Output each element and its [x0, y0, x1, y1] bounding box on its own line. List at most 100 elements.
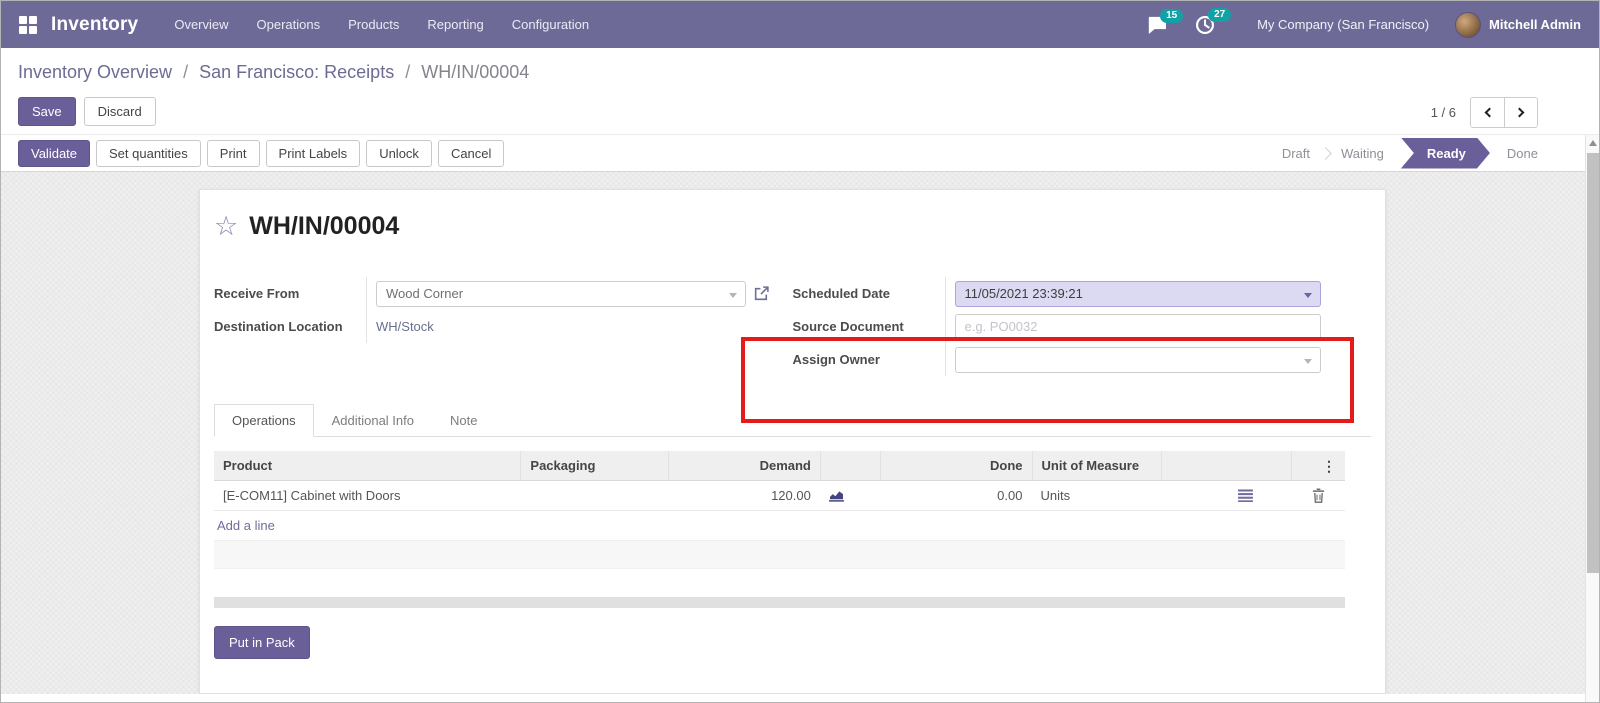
discard-button[interactable]: Discard	[83, 97, 156, 126]
source-document-label: Source Document	[792, 319, 904, 334]
forecast-report-button[interactable]	[820, 481, 880, 511]
cell-unit-of-measure[interactable]: Units	[1031, 481, 1161, 511]
status-widget: Draft Waiting Ready Done	[1267, 138, 1553, 169]
control-panel: Validate Set quantities Print Print Labe…	[1, 135, 1599, 172]
app-brand[interactable]: Inventory	[51, 14, 138, 36]
chevron-left-icon	[1484, 107, 1494, 118]
breadcrumb-inventory-overview[interactable]: Inventory Overview	[18, 62, 172, 82]
print-labels-button[interactable]: Print Labels	[265, 139, 361, 167]
breadcrumb-separator: /	[405, 62, 411, 82]
cell-packaging[interactable]	[520, 481, 668, 511]
menu-products[interactable]: Products	[334, 1, 413, 48]
validate-button[interactable]: Validate	[18, 139, 91, 167]
form-view-background: ☆ WH/IN/00004 Receive From Wood Corner D…	[1, 172, 1599, 702]
record-pager: 1 / 6	[1431, 97, 1538, 128]
horizontal-scrollbar[interactable]	[214, 597, 1345, 608]
add-a-line-link[interactable]: Add a line	[214, 518, 275, 533]
delete-row-button[interactable]	[1291, 481, 1345, 511]
pager-previous-button[interactable]	[1471, 98, 1504, 127]
status-step-done[interactable]: Done	[1492, 146, 1553, 161]
assign-owner-combobox[interactable]	[954, 346, 1321, 373]
chevron-right-icon	[1514, 107, 1525, 118]
menu-reporting[interactable]: Reporting	[413, 1, 497, 48]
edit-action-row: Save Discard 1 / 6	[1, 94, 1599, 134]
cell-product[interactable]: [E-COM11] Cabinet with Doors	[214, 481, 520, 511]
form-sheet: ☆ WH/IN/00004 Receive From Wood Corner D…	[199, 189, 1386, 694]
empty-table-row	[214, 541, 1345, 569]
destination-location-value[interactable]: WH/Stock	[376, 319, 434, 334]
chevron-down-icon	[729, 292, 737, 298]
record-title: WH/IN/00004	[249, 212, 400, 240]
page-bottom-strip	[1, 694, 1599, 702]
activities-button[interactable]: 27	[1195, 7, 1232, 35]
header-demand[interactable]: Demand	[668, 450, 820, 481]
chevron-down-icon	[1303, 292, 1312, 298]
receive-from-label: Receive From	[214, 286, 300, 301]
messages-button[interactable]: 15	[1147, 8, 1184, 34]
avatar	[1455, 11, 1482, 38]
header-packaging[interactable]: Packaging	[520, 450, 668, 481]
user-menu[interactable]: Mitchell Admin	[1455, 11, 1581, 38]
menu-configuration[interactable]: Configuration	[498, 1, 603, 48]
table-header-row: Product Packaging Demand Done Unit of Me…	[214, 450, 1345, 481]
form-fields: Receive From Wood Corner Destination Loc…	[214, 277, 1371, 376]
receive-from-combobox[interactable]: Wood Corner	[376, 280, 746, 307]
area-chart-icon	[828, 491, 844, 502]
status-step-ready[interactable]: Ready	[1401, 138, 1490, 169]
main-menu: Overview Operations Products Reporting C…	[160, 1, 603, 48]
company-switcher[interactable]: My Company (San Francisco)	[1257, 17, 1429, 32]
assign-owner-label: Assign Owner	[792, 352, 880, 367]
save-button[interactable]: Save	[18, 97, 76, 126]
top-navbar: Inventory Overview Operations Products R…	[1, 1, 1599, 48]
tab-note[interactable]: Note	[432, 404, 495, 437]
status-step-draft[interactable]: Draft	[1267, 146, 1325, 161]
vertical-scrollbar[interactable]	[1585, 135, 1599, 702]
scroll-up-arrow-icon[interactable]	[1589, 140, 1597, 146]
set-quantities-button[interactable]: Set quantities	[96, 139, 201, 167]
menu-overview[interactable]: Overview	[160, 1, 242, 48]
tab-additional-info[interactable]: Additional Info	[314, 404, 432, 437]
pager-next-button[interactable]	[1504, 98, 1537, 127]
header-unit-of-measure[interactable]: Unit of Measure	[1031, 450, 1162, 481]
notebook-tabs: Operations Additional Info Note	[214, 404, 1371, 437]
external-link-icon[interactable]	[753, 285, 770, 302]
unlock-button[interactable]: Unlock	[366, 139, 432, 167]
destination-location-label: Destination Location	[214, 319, 343, 334]
header-product[interactable]: Product	[214, 451, 520, 481]
trash-icon	[1312, 488, 1324, 503]
odoo-inventory-window: Inventory Overview Operations Products R…	[0, 0, 1600, 703]
user-name: Mitchell Admin	[1489, 17, 1581, 32]
put-in-pack-button[interactable]: Put in Pack	[214, 626, 310, 659]
scheduled-date-value: 11/05/2021 23:39:21	[964, 286, 1083, 301]
status-step-waiting[interactable]: Waiting	[1326, 146, 1399, 161]
cell-done[interactable]: 0.00	[880, 481, 1032, 511]
list-icon	[1238, 489, 1253, 502]
breadcrumb-current: WH/IN/00004	[421, 62, 530, 82]
navbar-systray: 15 27 My Company (San Francisco) Mitchel…	[1147, 7, 1581, 38]
tab-operations[interactable]: Operations	[214, 404, 314, 437]
chevron-down-icon	[1303, 358, 1312, 364]
messages-badge: 15	[1160, 8, 1184, 23]
table-row[interactable]: [E-COM11] Cabinet with Doors 120.00 0.00…	[214, 481, 1345, 511]
receive-from-value: Wood Corner	[386, 286, 464, 301]
optional-columns-icon[interactable]: ⋮	[1322, 459, 1336, 473]
breadcrumb: Inventory Overview / San Francisco: Rece…	[1, 48, 1599, 94]
scheduled-date-label: Scheduled Date	[792, 286, 891, 301]
cancel-button[interactable]: Cancel	[437, 139, 505, 167]
scrollbar-thumb[interactable]	[1587, 153, 1599, 573]
menu-operations[interactable]: Operations	[243, 1, 335, 48]
header-done[interactable]: Done	[879, 450, 1032, 481]
favorite-star-icon[interactable]: ☆	[214, 213, 238, 240]
operations-table: Product Packaging Demand Done Unit of Me…	[214, 450, 1345, 608]
cell-demand[interactable]: 120.00	[668, 481, 820, 511]
activities-badge: 27	[1208, 7, 1232, 22]
breadcrumb-receipts[interactable]: San Francisco: Receipts	[199, 62, 394, 82]
pager-count: 1 / 6	[1430, 105, 1456, 120]
scheduled-date-picker[interactable]: 11/05/2021 23:39:21	[954, 280, 1321, 307]
apps-menu-icon[interactable]	[19, 15, 37, 34]
detailed-operations-button[interactable]	[1161, 481, 1291, 511]
empty-table-row	[214, 569, 1345, 597]
source-document-input[interactable]	[954, 313, 1321, 340]
breadcrumb-separator: /	[183, 62, 189, 82]
print-button[interactable]: Print	[206, 139, 260, 167]
